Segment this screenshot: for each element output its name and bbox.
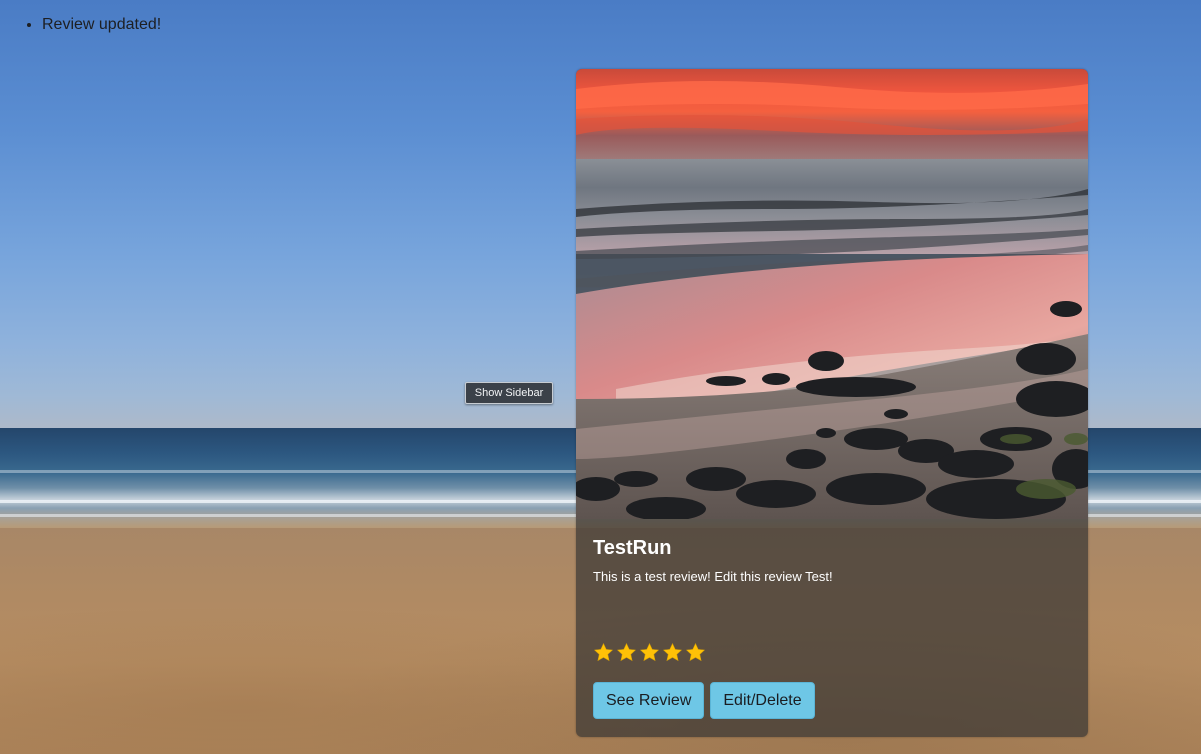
review-card-body: TestRun This is a test review! Edit this… <box>593 535 1073 586</box>
sunset-beach-photo <box>576 69 1088 519</box>
star-rating <box>593 642 706 666</box>
review-text: This is a test review! Edit this review … <box>593 569 833 584</box>
star-icon <box>593 642 614 662</box>
review-actions: See Review Edit/Delete <box>593 682 815 719</box>
star-icon <box>662 642 683 662</box>
review-card: TestRun This is a test review! Edit this… <box>576 69 1088 737</box>
page: Review updated! Show Sidebar <box>0 0 1201 754</box>
flash-messages: Review updated! <box>0 12 161 37</box>
flash-message: Review updated! <box>42 12 161 37</box>
review-title: TestRun <box>593 537 672 559</box>
review-image <box>576 69 1088 519</box>
star-icon <box>616 642 637 662</box>
edit-delete-button[interactable]: Edit/Delete <box>710 682 815 719</box>
show-sidebar-button[interactable]: Show Sidebar <box>465 382 553 404</box>
see-review-button[interactable]: See Review <box>593 682 705 719</box>
star-icon <box>639 642 660 662</box>
star-icon <box>685 642 706 662</box>
